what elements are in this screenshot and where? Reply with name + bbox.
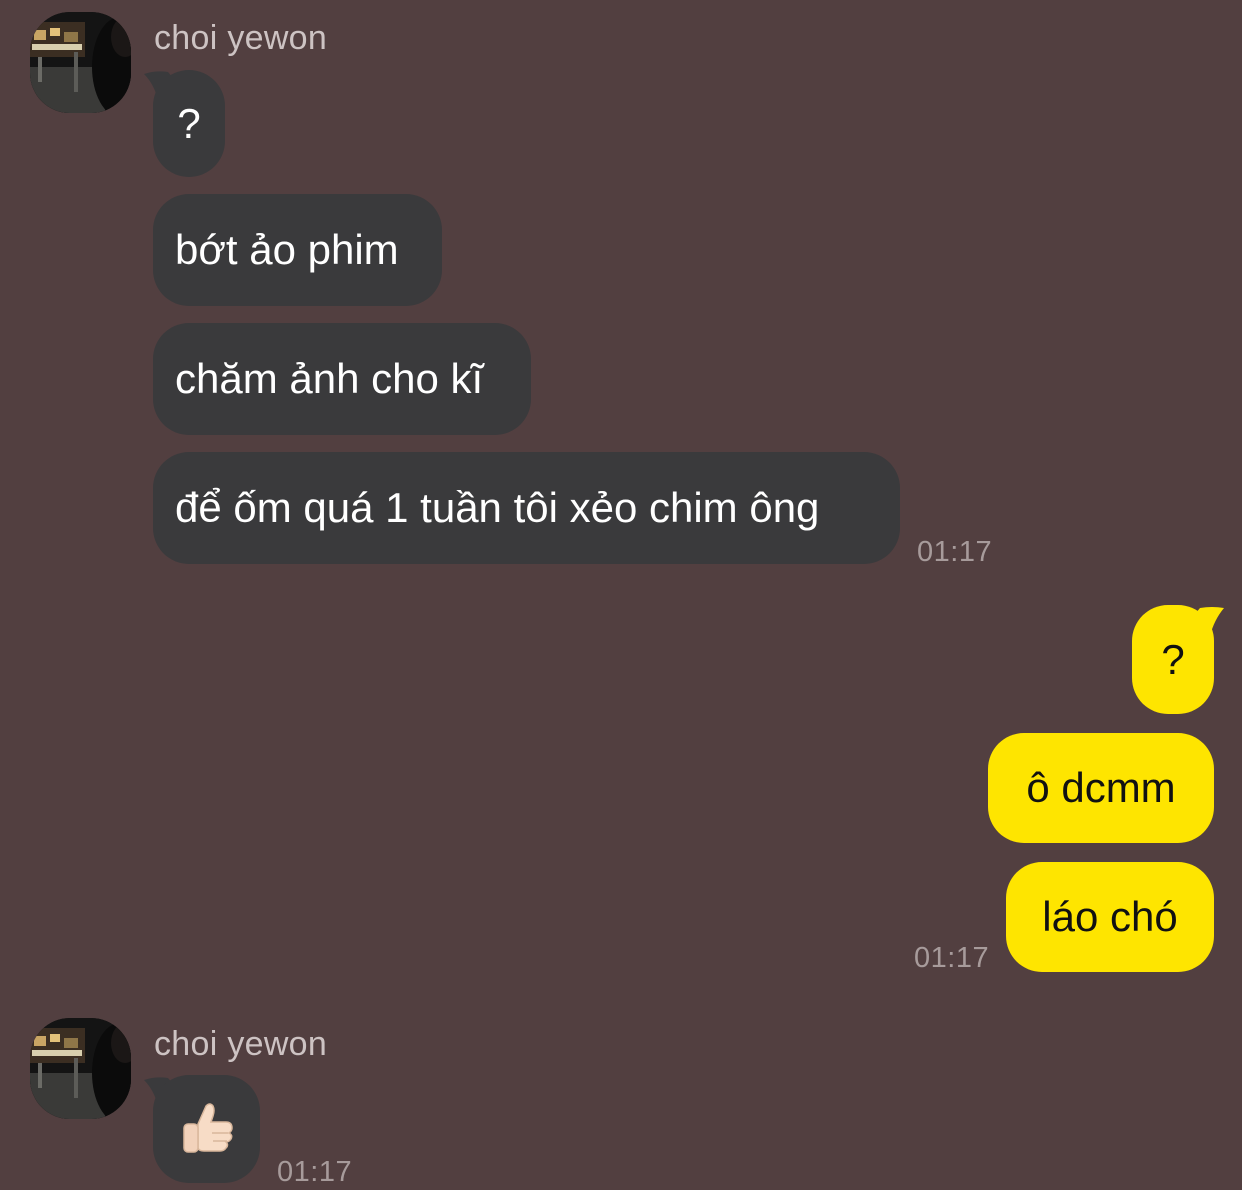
message-time: 01:17	[277, 1156, 353, 1188]
message-time: 01:17	[917, 536, 993, 568]
message-time: 01:17	[914, 942, 990, 974]
message-bubble[interactable]	[153, 1075, 260, 1183]
message-bubble[interactable]: ?	[1132, 605, 1214, 714]
message-bubble[interactable]: ?	[153, 70, 225, 177]
message-bubble[interactable]: ô dcmm	[988, 733, 1214, 843]
message-bubble[interactable]: để ốm quá 1 tuần tôi xẻo chim ông	[153, 452, 900, 564]
thumbs-up-icon	[182, 1103, 233, 1153]
message-text: láo chó	[1042, 893, 1178, 940]
message-text: ô dcmm	[1026, 764, 1176, 811]
message-bubble[interactable]: láo chó	[1006, 862, 1214, 972]
message-text: để ốm quá 1 tuần tôi xẻo chim ông	[175, 484, 820, 531]
sender-name: choi yewon	[154, 1025, 328, 1063]
message-text: ?	[177, 99, 201, 147]
sender-name: choi yewon	[154, 19, 328, 57]
message-text: chăm ảnh cho kĩ	[175, 355, 484, 402]
message-bubble[interactable]: chăm ảnh cho kĩ	[153, 323, 531, 435]
message-text: ?	[1161, 635, 1185, 683]
message-text: bớt ảo phim	[175, 226, 399, 273]
avatar[interactable]	[30, 1018, 131, 1119]
message-bubble[interactable]: bớt ảo phim	[153, 194, 442, 306]
avatar[interactable]	[30, 12, 131, 113]
